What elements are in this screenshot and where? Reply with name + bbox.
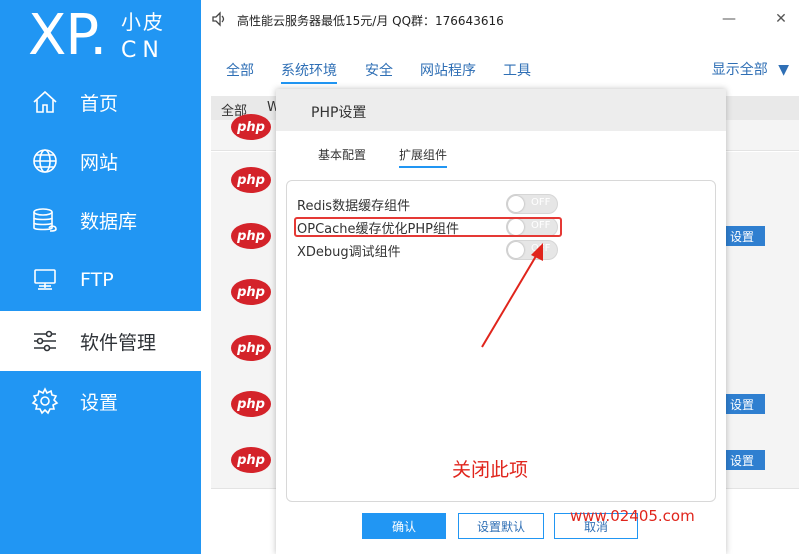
php-logo-icon: php: [231, 223, 271, 249]
php-logo-icon: php: [231, 114, 271, 140]
sidebar-item-label: 软件管理: [80, 331, 157, 354]
sidebar-item-home[interactable]: 首页: [0, 72, 201, 132]
monitor-icon: [30, 265, 60, 295]
home-icon: [30, 87, 60, 117]
php-logo-icon: php: [231, 335, 271, 361]
watermark-text: www.02405.com: [570, 507, 695, 525]
sidebar-item-database[interactable]: 数据库: [0, 190, 201, 250]
set-default-button[interactable]: 设置默认: [458, 513, 544, 539]
sliders-icon: [30, 326, 60, 356]
sidebar-item-label: FTP: [80, 269, 114, 291]
dialog-title: PHP设置: [311, 105, 367, 121]
tab-all[interactable]: 全部: [226, 60, 254, 80]
tab-system-env[interactable]: 系统环境: [281, 60, 337, 84]
tab-website-programs[interactable]: 网站程序: [420, 60, 476, 80]
sidebar-item-software-management[interactable]: 软件管理: [0, 311, 201, 371]
php-logo-icon: php: [231, 167, 271, 193]
close-button[interactable]: ✕: [771, 9, 791, 29]
php-logo-icon: php: [231, 447, 271, 473]
sidebar-item-label: 设置: [80, 391, 119, 414]
annotation-arrow-icon: [481, 243, 543, 348]
confirm-button[interactable]: 确认: [362, 513, 446, 539]
php-settings-dialog: PHP设置 基本配置 扩展组件 Redis数据缓存组件 OFF OPCache缓…: [276, 89, 726, 554]
dialog-header: PHP设置: [276, 89, 726, 131]
sidebar-item-settings[interactable]: 设置: [0, 371, 201, 431]
logo-cn-bottom: CN: [121, 38, 165, 63]
sidebar-item-label: 数据库: [80, 210, 138, 233]
sidebar: XP. 小皮 CN 首页 网站 数据库 FTP 软件管理 设置: [0, 0, 201, 554]
annotation-text: 关闭此项: [452, 459, 529, 481]
sidebar-item-ftp[interactable]: FTP: [0, 250, 201, 310]
category-tabs: 全部 系统环境 安全 网站程序 工具 显示全部 ▼: [201, 50, 799, 88]
show-all-dropdown[interactable]: 显示全部 ▼: [712, 59, 789, 79]
logo-cn-top: 小皮: [121, 10, 165, 34]
notice-text: 高性能云服务器最低15元/月 QQ群：176643616: [237, 14, 504, 28]
database-icon: [30, 205, 60, 235]
minimize-button[interactable]: —: [719, 9, 739, 29]
speaker-icon: [211, 11, 227, 31]
show-all-label: 显示全部: [711, 62, 768, 78]
tab-tools[interactable]: 工具: [503, 60, 531, 80]
title-bar: 高性能云服务器最低15元/月 QQ群：176643616 — ✕: [201, 0, 799, 40]
tab-extensions[interactable]: 扩展组件: [399, 146, 448, 168]
tab-security[interactable]: 安全: [365, 60, 393, 80]
gear-icon: [30, 386, 60, 416]
php-logo-icon: php: [231, 279, 271, 305]
logo-xp: XP.: [28, 3, 107, 68]
sidebar-item-website[interactable]: 网站: [0, 131, 201, 191]
php-logo-icon: php: [231, 391, 271, 417]
sidebar-item-label: 网站: [80, 151, 119, 174]
tab-basic-config[interactable]: 基本配置: [318, 146, 366, 163]
globe-icon: [30, 146, 60, 176]
brand-logo: XP. 小皮 CN: [0, 0, 201, 80]
sidebar-item-label: 首页: [80, 92, 119, 115]
extensions-panel: Redis数据缓存组件 OFF OPCache缓存优化PHP组件 OFF XDe…: [286, 180, 716, 502]
triangle-down-icon: ▼: [778, 62, 789, 78]
